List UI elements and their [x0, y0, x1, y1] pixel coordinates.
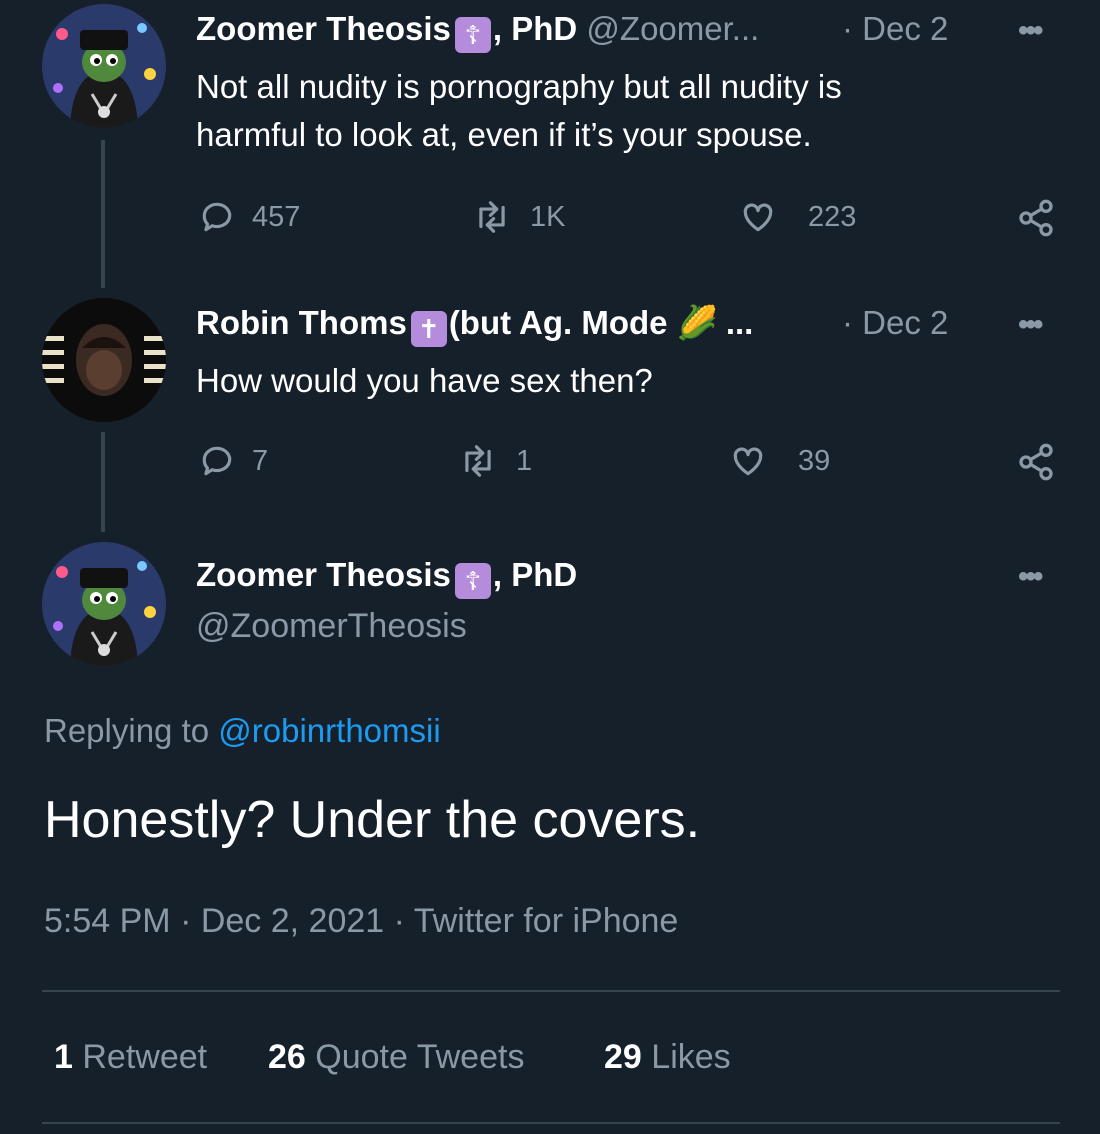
- author-name[interactable]: Robin Thoms ✝ (but Ag. Mode 🌽...: [196, 304, 753, 347]
- retweet-button[interactable]: 1: [456, 442, 532, 480]
- like-count: 39: [798, 444, 831, 477]
- share-icon: [1019, 199, 1053, 237]
- name-suffix: , PhD: [492, 556, 578, 593]
- tweet-date[interactable]: · Dec 2: [842, 10, 948, 48]
- author-handle[interactable]: @ZoomerTheosis: [196, 607, 467, 646]
- name-ellipsis: ...: [725, 304, 754, 341]
- tweet-text: How would you have sex then?: [196, 362, 653, 399]
- author-name[interactable]: Zoomer Theosis ☦, PhD: [196, 556, 577, 599]
- tweet-meta: 5:54 PM · Dec 2, 2021 · Twitter for iPho…: [44, 902, 679, 940]
- thread-connector: [101, 140, 105, 288]
- retweet-icon: [479, 201, 505, 233]
- display-name: Robin Thoms: [196, 304, 407, 341]
- retweets-count: 1: [54, 1038, 73, 1076]
- retweet-button[interactable]: 1K: [470, 198, 565, 236]
- corn-icon: 🌽: [676, 304, 718, 341]
- likes-stat[interactable]: 29 Likes: [604, 1038, 731, 1077]
- retweet-count: 1: [516, 444, 533, 477]
- quote-tweets-count: 26: [268, 1038, 306, 1076]
- reply-count: 7: [252, 444, 269, 477]
- retweets-label: Retweet: [82, 1038, 208, 1076]
- share-button[interactable]: [1016, 198, 1056, 238]
- tweet-text: Honestly? Under the covers.: [44, 791, 701, 849]
- author-name[interactable]: Zoomer Theosis ☦, PhD @Zoomer...: [196, 10, 759, 53]
- heart-icon: [743, 203, 773, 232]
- reply-button[interactable]: 7: [198, 442, 268, 480]
- avatar[interactable]: [42, 4, 166, 128]
- heart-icon: [733, 447, 763, 476]
- likes-count: 29: [604, 1038, 642, 1076]
- more-options-icon[interactable]: •••: [1018, 560, 1043, 594]
- orthodox-cross-icon: ☦: [454, 563, 491, 599]
- more-options-icon[interactable]: •••: [1018, 14, 1043, 48]
- likes-label: Likes: [651, 1038, 731, 1076]
- like-button[interactable]: 39: [728, 442, 830, 480]
- retweet-count: 1K: [530, 200, 566, 233]
- like-button[interactable]: 223: [738, 198, 856, 236]
- display-name: Zoomer Theosis: [196, 556, 451, 593]
- reply-icon: [202, 446, 232, 476]
- share-button[interactable]: [1016, 442, 1056, 482]
- replying-to: Replying to @robinrthomsii: [44, 712, 441, 750]
- reply-count: 457: [252, 200, 301, 233]
- author-handle: @Zoomer...: [586, 10, 760, 47]
- name-suffix: , PhD: [492, 10, 578, 47]
- quote-tweets-label: Quote Tweets: [315, 1038, 525, 1076]
- replying-prefix: Replying to: [44, 712, 210, 749]
- retweets-stat[interactable]: 1 Retweet: [54, 1038, 207, 1077]
- name-suffix: (but Ag. Mode: [448, 304, 668, 341]
- tweet-text-line: Not all nudity is pornography but all nu…: [196, 68, 842, 105]
- display-name: Zoomer Theosis: [196, 10, 451, 47]
- replying-handle-link[interactable]: @robinrthomsii: [218, 712, 440, 749]
- more-options-icon[interactable]: •••: [1018, 308, 1043, 342]
- like-count: 223: [808, 200, 857, 233]
- avatar[interactable]: [42, 542, 166, 666]
- tweet-date[interactable]: · Dec 2: [842, 304, 948, 342]
- latin-cross-icon: ✝: [410, 311, 447, 347]
- reply-button[interactable]: 457: [198, 198, 300, 236]
- thread-connector: [101, 432, 105, 532]
- tweet-text: Not all nudity is pornography but all nu…: [196, 63, 842, 159]
- tweet-text-line: harmful to look at, even if it’s your sp…: [196, 116, 812, 153]
- orthodox-cross-icon: ☦: [454, 17, 491, 53]
- retweet-icon: [465, 445, 491, 477]
- divider: [42, 990, 1060, 992]
- share-icon: [1019, 443, 1053, 481]
- divider: [42, 1122, 1060, 1124]
- quote-tweets-stat[interactable]: 26 Quote Tweets: [268, 1038, 524, 1077]
- avatar[interactable]: [42, 298, 166, 422]
- reply-icon: [202, 202, 232, 232]
